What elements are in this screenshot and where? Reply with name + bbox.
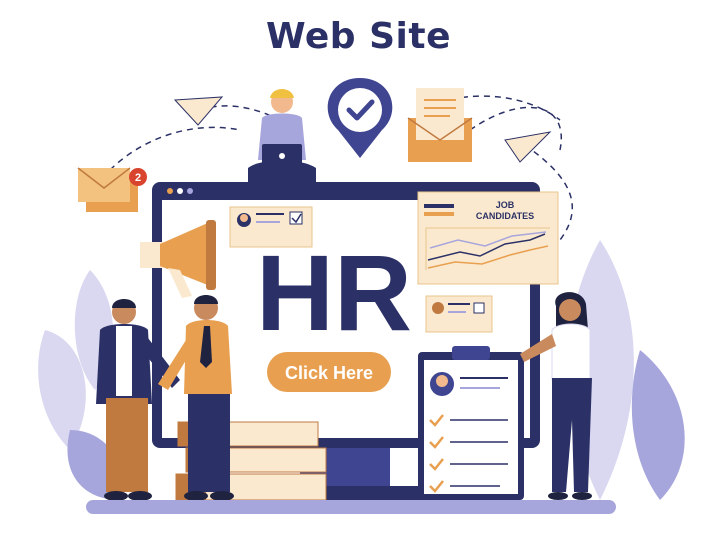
ground-bar	[86, 500, 616, 514]
notification-badge-count: 2	[135, 172, 141, 184]
click-here-label: Click Here	[285, 363, 373, 383]
paper-plane-icon	[173, 96, 224, 126]
envelope-notification: 2	[77, 167, 147, 212]
job-candidates-panel: JOB CANDIDATES	[417, 191, 559, 285]
click-here-button[interactable]: Click Here	[267, 352, 391, 392]
hr-heading: HR	[256, 232, 412, 353]
panel-title-line2: CANDIDATES	[476, 211, 534, 221]
clipboard	[418, 346, 524, 500]
profile-card	[229, 206, 313, 248]
check-pin-icon	[327, 78, 393, 158]
profile-card	[425, 295, 493, 333]
hr-website-illustration: 2 HR Click Here JOB CANDIDATES	[38, 78, 685, 514]
person-with-laptop	[248, 89, 316, 190]
panel-title-line1: JOB	[496, 200, 515, 210]
open-envelope-icon	[407, 88, 473, 162]
paper-plane-icon	[504, 131, 552, 163]
